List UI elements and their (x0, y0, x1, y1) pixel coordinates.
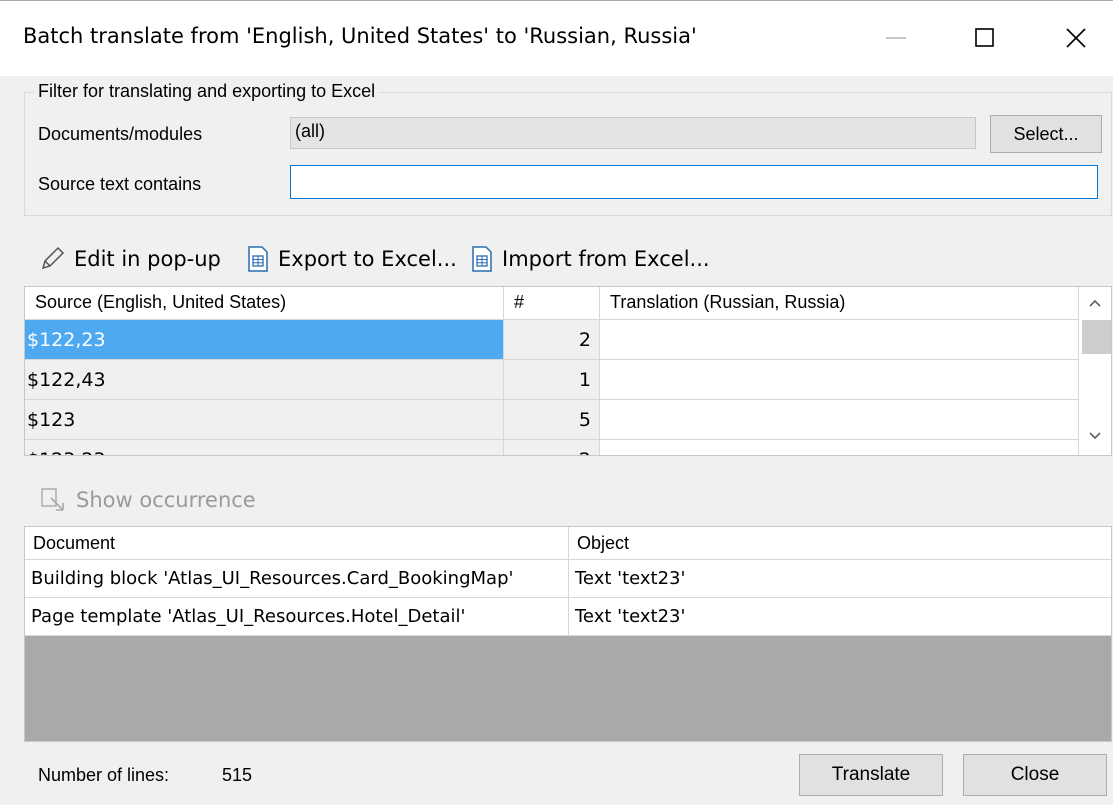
table-row[interactable]: Page template 'Atlas_UI_Resources.Hotel_… (25, 598, 1111, 636)
count-cell: 2 (504, 440, 600, 455)
column-header-count[interactable]: # (504, 287, 600, 320)
source-cell[interactable]: $122,23 (25, 320, 504, 360)
minimize-icon (886, 37, 906, 39)
scroll-up-button[interactable] (1086, 294, 1104, 312)
lines-count-label: Number of lines: (38, 765, 170, 785)
column-header-translation[interactable]: Translation (Russian, Russia) (600, 287, 1079, 320)
close-window-button[interactable] (1053, 18, 1099, 58)
edit-in-popup-button[interactable]: Edit in pop-up (38, 240, 221, 278)
pencil-icon (41, 246, 65, 270)
table-row[interactable]: $123,23 2 (25, 440, 1079, 455)
scroll-thumb[interactable] (1082, 320, 1111, 354)
scroll-down-button[interactable] (1086, 427, 1104, 445)
translations-grid: Source (English, United States) # Transl… (24, 286, 1112, 456)
table-row[interactable]: $122,43 1 (25, 360, 1079, 400)
filter-legend: Filter for translating and exporting to … (34, 81, 380, 102)
maximize-button[interactable] (962, 18, 1008, 58)
table-row[interactable]: $122,23 2 (25, 320, 1079, 360)
document-cell: Page template 'Atlas_UI_Resources.Hotel_… (25, 598, 569, 636)
translation-cell[interactable] (600, 440, 1079, 455)
source-text-input[interactable] (290, 165, 1098, 199)
translate-button[interactable]: Translate (799, 754, 943, 796)
edit-in-popup-label: Edit in pop-up (74, 247, 221, 271)
import-from-excel-button[interactable]: Import from Excel... (470, 240, 710, 278)
source-cell[interactable]: $122,43 (25, 360, 504, 400)
document-cell: Building block 'Atlas_UI_Resources.Card_… (25, 560, 569, 598)
column-header-object[interactable]: Object (569, 527, 1111, 560)
import-from-excel-label: Import from Excel... (502, 247, 710, 271)
column-header-source[interactable]: Source (English, United States) (25, 287, 504, 320)
count-cell: 2 (504, 320, 600, 360)
documents-field: (all) (290, 117, 976, 149)
occurrences-table: Document Object Building block 'Atlas_UI… (24, 526, 1112, 742)
translation-cell[interactable] (600, 360, 1079, 400)
lines-count-value: 515 (222, 765, 253, 785)
source-cell[interactable]: $123 (25, 400, 504, 440)
show-occurrence-button[interactable]: Show occurrence (40, 483, 256, 517)
chevron-down-icon (1089, 432, 1101, 440)
column-header-document[interactable]: Document (25, 527, 569, 560)
close-button[interactable]: Close (963, 754, 1107, 796)
spreadsheet-icon (472, 246, 492, 272)
maximize-icon (975, 28, 994, 47)
chevron-up-icon (1089, 299, 1101, 307)
object-cell: Text 'text23' (569, 598, 1111, 636)
export-to-excel-button[interactable]: Export to Excel... (246, 240, 457, 278)
translation-cell[interactable] (600, 400, 1079, 440)
source-text-label: Source text contains (38, 174, 202, 194)
window-title: Batch translate from 'English, United St… (23, 24, 697, 48)
close-icon (1066, 28, 1086, 48)
source-cell[interactable]: $123,23 (25, 440, 504, 455)
export-to-excel-label: Export to Excel... (278, 247, 457, 271)
object-cell: Text 'text23' (569, 560, 1111, 598)
show-occurrence-label: Show occurrence (76, 488, 256, 512)
jump-to-icon (41, 488, 64, 511)
count-cell: 5 (504, 400, 600, 440)
minimize-button[interactable] (873, 18, 919, 58)
documents-label: Documents/modules (38, 124, 203, 144)
table-row[interactable]: $123 5 (25, 400, 1079, 440)
select-button[interactable]: Select... (990, 115, 1102, 153)
table-row[interactable]: Building block 'Atlas_UI_Resources.Card_… (25, 560, 1111, 598)
spreadsheet-icon (248, 246, 268, 272)
count-cell: 1 (504, 360, 600, 400)
translation-cell[interactable] (600, 320, 1079, 360)
